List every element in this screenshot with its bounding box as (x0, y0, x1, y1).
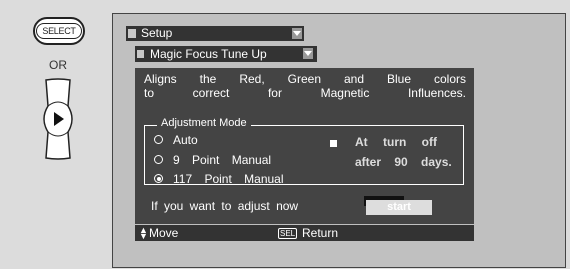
footer-move-label: Move (149, 226, 179, 240)
start-button[interactable]: start (366, 200, 432, 215)
chevron-down-icon[interactable] (292, 28, 302, 39)
option-9-point-manual[interactable]: 9 Point Manual (154, 153, 271, 167)
description-line-1: Aligns the Red, Green and Blue colors (144, 72, 466, 86)
or-label: OR (49, 58, 67, 72)
option-117-point-manual[interactable]: 117 Point Manual (154, 172, 284, 186)
menu-marker-icon (128, 29, 136, 38)
submenu-marker-icon (137, 50, 144, 58)
setup-menu-bar[interactable]: Setup (126, 26, 304, 41)
help-footer: ▲ ▼ Move SEL Return (135, 225, 474, 241)
up-down-arrows-icon: ▲ ▼ (139, 225, 148, 241)
select-button-label: SELECT (36, 23, 82, 39)
radio-icon (154, 155, 163, 165)
radio-icon (154, 135, 163, 145)
tv-screen: Setup Magic Focus Tune Up Aligns the Red… (112, 13, 566, 268)
tune-up-panel: Aligns the Red, Green and Blue colors to… (135, 68, 474, 224)
option-auto-label: Auto (173, 133, 198, 147)
description: Aligns the Red, Green and Blue colors to… (144, 72, 466, 100)
auto-note-line-1: At turn off (355, 135, 437, 149)
footer-return-label: Return (302, 226, 339, 240)
bullet-icon (330, 140, 337, 147)
sel-key-icon: SEL (278, 228, 298, 239)
adjustment-mode-title: Adjustment Mode (157, 117, 251, 129)
submenu-label: Magic Focus Tune Up (150, 47, 267, 61)
remote-instructions: SELECT OR (0, 0, 112, 269)
auto-note-line-2: after 90 days. (355, 155, 452, 169)
radio-selected-icon (154, 174, 163, 184)
dpad-right-icon[interactable] (38, 78, 78, 160)
description-line-2: to correct for Magnetic Influences. (144, 86, 466, 100)
chevron-down-icon[interactable] (303, 48, 313, 59)
adjust-prompt: If you want to adjust now (151, 199, 299, 213)
option-auto[interactable]: Auto (154, 133, 198, 147)
adjustment-mode-group: Adjustment Mode Auto 9 Point Manual 117 … (144, 117, 464, 186)
magic-focus-submenu-bar[interactable]: Magic Focus Tune Up (135, 46, 317, 62)
select-button[interactable]: SELECT (33, 17, 85, 45)
setup-label: Setup (141, 26, 173, 40)
option-9-point-label: 9 Point Manual (173, 153, 272, 167)
option-117-point-label: 117 Point Manual (173, 172, 284, 186)
